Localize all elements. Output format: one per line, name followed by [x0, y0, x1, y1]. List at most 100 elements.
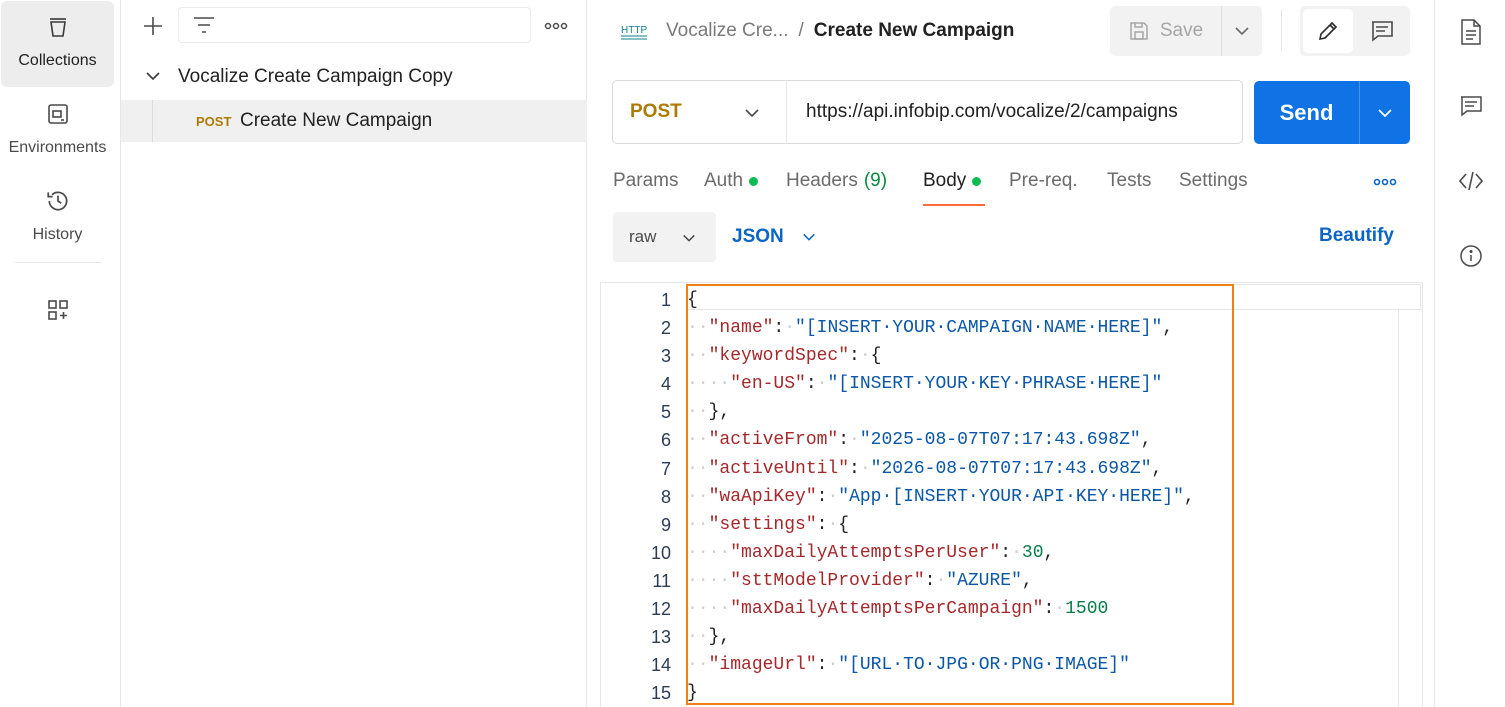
code-token: 30 [1021, 542, 1044, 563]
tab-prereq[interactable]: Pre-req. [1009, 170, 1078, 192]
comment-icon [1461, 96, 1482, 117]
code-token: : [1043, 599, 1055, 620]
code-token: · [784, 318, 796, 339]
code-editor[interactable]: 1 2 3 4 5 6 7 8 9 10 11 12 13 14 15 {··"name":·"[INSER… [600, 282, 1423, 707]
code-line: ····"en-US":·"[INSERT·YOUR·KEY·PHRASE·HE… [687, 370, 1195, 398]
line-number: 9 [660, 514, 671, 535]
documentation-button[interactable] [1457, 18, 1485, 46]
code-token: : [849, 346, 860, 367]
rail-collections[interactable]: Collections [1, 1, 114, 87]
code-token: ·· [687, 655, 709, 676]
code-token: 1500 [1065, 599, 1109, 620]
code-token: "keywordSpec" [708, 346, 850, 367]
code-token: ···· [687, 542, 731, 563]
body-format-value: JSON [732, 226, 784, 247]
beautify-link[interactable]: Beautify [1319, 225, 1394, 247]
filter-search[interactable] [178, 7, 531, 43]
breadcrumb-separator: / [798, 20, 804, 41]
request-method-badge: POST [196, 114, 232, 129]
code-token: , [1140, 430, 1152, 451]
request-item[interactable]: POST Create New Campaign [121, 100, 587, 142]
sidebar-more-button[interactable] [541, 14, 571, 38]
line-number: 3 [660, 346, 671, 367]
add-workspace-icon [45, 297, 71, 323]
code-token: { [687, 290, 698, 310]
toolbar-divider [1281, 10, 1282, 50]
code-line: ····"maxDailyAttemptsPerCampaign":·1500 [687, 595, 1195, 623]
code-token: · [816, 374, 828, 395]
http-icon: HTTP [621, 25, 647, 40]
tab-body[interactable]: Body [923, 170, 982, 192]
page-title[interactable]: Create New Campaign [814, 20, 1015, 42]
code-token: ·· [687, 627, 709, 648]
code-token: "App·[INSERT·YOUR·API·KEY·HERE]" [838, 486, 1184, 507]
code-token: · [1011, 542, 1022, 563]
url-input[interactable] [787, 81, 1242, 143]
rail-add-workspace[interactable] [1, 284, 114, 336]
tab-settings-label: Settings [1179, 170, 1248, 191]
code-token: : [924, 570, 936, 591]
rail-divider [15, 262, 101, 263]
code-token: : [838, 430, 850, 451]
method-select[interactable]: POST [613, 81, 787, 143]
tab-auth[interactable]: Auth [704, 170, 759, 192]
code-token: "name" [708, 318, 774, 339]
tab-tests-label: Tests [1107, 170, 1152, 191]
left-rail: Collections Environments History [0, 0, 121, 707]
code-token: , [1183, 486, 1195, 507]
tab-auth-label: Auth [704, 170, 744, 191]
line-number: 13 [650, 627, 671, 648]
sidebar-header [121, 0, 587, 52]
plus-icon [144, 17, 162, 35]
send-button[interactable]: Send [1254, 81, 1360, 144]
body-mode-select[interactable]: raw [613, 212, 716, 262]
line-number: 12 [650, 599, 671, 620]
info-button[interactable] [1457, 242, 1485, 270]
code-token: · [849, 430, 860, 451]
code-line: ··"activeFrom":·"2025-08-07T07:17:43.698… [687, 426, 1195, 454]
comments-button[interactable] [1457, 92, 1485, 120]
tab-params[interactable]: Params [613, 170, 678, 192]
tab-settings[interactable]: Settings [1179, 170, 1248, 192]
right-rail [1434, 0, 1505, 707]
editor-scrollbar[interactable] [1398, 310, 1399, 707]
tab-headers-label: Headers [786, 170, 858, 191]
tab-params-label: Params [613, 170, 679, 191]
rail-history[interactable]: History [1, 175, 114, 261]
status-dot [972, 176, 982, 186]
code-token: { [838, 514, 850, 535]
save-dropdown-button[interactable] [1222, 6, 1262, 56]
line-number: 2 [660, 318, 671, 339]
send-dropdown-button[interactable] [1360, 81, 1410, 144]
breadcrumb-parent[interactable]: Vocalize Cre... [666, 20, 789, 42]
tree-indent [152, 100, 153, 142]
code-token: : [816, 486, 828, 507]
code-token: }, [708, 627, 731, 648]
code-token: · [1054, 599, 1066, 620]
comment-mode-button[interactable] [1360, 9, 1404, 53]
rail-collections-label: Collections [18, 52, 97, 69]
code-snippet-button[interactable] [1457, 167, 1485, 195]
code-content[interactable]: {··"name":·"[INSERT·YOUR·CAMPAIGN·NAME·H… [687, 286, 1195, 707]
code-token: ·· [687, 486, 709, 507]
save-button[interactable]: Save [1110, 6, 1222, 56]
code-token: "activeFrom" [708, 430, 839, 451]
rail-environments[interactable]: Environments [1, 88, 114, 174]
line-number: 4 [660, 374, 671, 395]
code-token: : [816, 655, 828, 676]
collections-icon [45, 14, 71, 40]
tab-body-label: Body [923, 170, 967, 191]
edit-mode-button[interactable] [1303, 9, 1353, 53]
tab-tests[interactable]: Tests [1107, 170, 1151, 192]
body-format-select[interactable]: JSON [732, 222, 816, 252]
chevron-down-icon [1235, 27, 1249, 36]
tab-headers[interactable]: Headers (9) [786, 170, 887, 192]
code-token: } [687, 683, 698, 704]
code-token: ·· [687, 514, 709, 535]
code-token: ···· [687, 599, 731, 620]
code-line: } [687, 679, 1195, 707]
new-button[interactable] [139, 12, 167, 40]
chevron-down-icon [683, 234, 695, 242]
tabs-more-button[interactable] [1370, 172, 1400, 192]
collection-item[interactable]: Vocalize Create Campaign Copy [121, 56, 587, 98]
